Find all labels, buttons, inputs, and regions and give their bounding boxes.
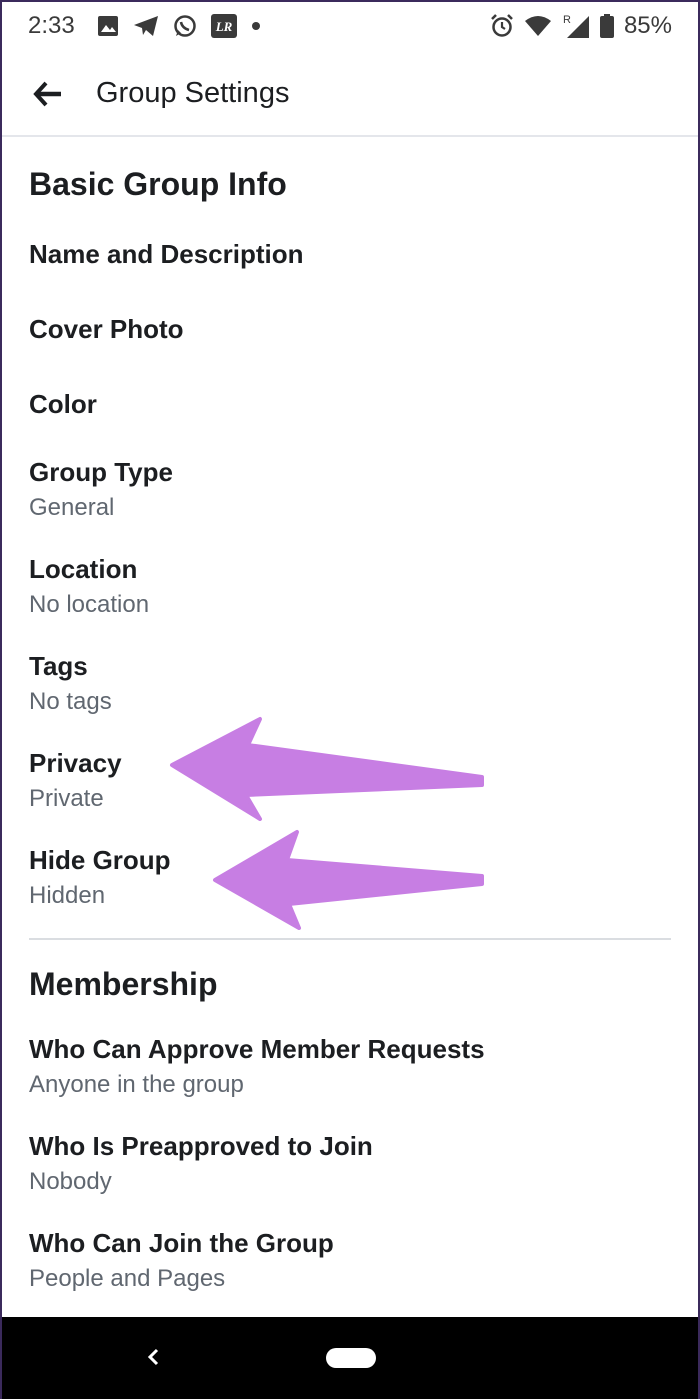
setting-item-name-and-description[interactable]: Name and Description [29,238,671,270]
setting-label: Color [29,389,97,419]
setting-item-privacy[interactable]: Privacy Private [29,747,671,815]
setting-value: General [29,494,115,521]
page-title: Group Settings [96,77,290,109]
setting-item-group-type[interactable]: Group Type General [29,456,671,524]
setting-label: Hide Group [29,845,171,875]
status-time: 2:33 [28,12,75,39]
setting-label: Who Is Preapproved to Join [29,1131,373,1161]
setting-value: People and Pages [29,1265,226,1292]
setting-item-cover-photo[interactable]: Cover Photo [29,313,671,345]
wifi-icon [524,15,552,37]
lr-text: LR [214,19,232,34]
chevron-left-icon [147,1348,159,1366]
alarm-icon [490,14,514,38]
setting-label: Location [29,554,138,584]
setting-label: Who Can Join the Group [29,1228,334,1258]
setting-item-color[interactable]: Color [29,388,671,420]
setting-item-location[interactable]: Location No location [29,553,671,621]
roaming-indicator: R [563,14,571,26]
setting-item-preapproved-to-join[interactable]: Who Is Preapproved to Join Nobody [29,1130,671,1198]
setting-value: No location [29,591,150,618]
setting-value: Private [29,785,104,812]
setting-item-who-can-join[interactable]: Who Can Join the Group People and Pages [29,1227,671,1295]
section-divider [29,938,671,940]
app-bar: Group Settings [0,52,700,137]
image-icon [97,15,119,37]
battery-percentage: 85% [623,12,672,39]
status-bar: 2:33 LR R 85% [0,0,700,52]
section-title-membership: Membership [29,966,218,1002]
setting-label: Privacy [29,748,122,778]
arrow-left-icon [33,81,61,106]
setting-label: Tags [29,651,88,681]
setting-item-hide-group[interactable]: Hide Group Hidden [29,844,671,912]
system-navigation-bar [0,1317,700,1399]
dot-icon [251,21,261,31]
nav-back-button[interactable] [140,1339,166,1375]
section-title-basic-group-info: Basic Group Info [29,166,287,202]
setting-label: Who Can Approve Member Requests [29,1034,485,1064]
telegram-icon [133,15,159,37]
battery-icon [599,14,614,38]
back-button[interactable] [0,51,96,136]
setting-value: Hidden [29,882,106,909]
whatsapp-icon [173,14,197,38]
setting-label: Cover Photo [29,314,184,344]
setting-value: Nobody [29,1168,112,1195]
setting-label: Name and Description [29,239,304,269]
home-pill-icon[interactable] [326,1348,376,1368]
setting-item-approve-member-requests[interactable]: Who Can Approve Member Requests Anyone i… [29,1033,671,1101]
setting-value: No tags [29,688,112,715]
setting-value: Anyone in the group [29,1071,244,1098]
signal-icon: R [562,13,590,39]
setting-item-tags[interactable]: Tags No tags [29,650,671,718]
setting-label: Group Type [29,457,173,487]
status-right: R 85% [490,12,672,40]
lr-icon: LR [210,14,237,38]
